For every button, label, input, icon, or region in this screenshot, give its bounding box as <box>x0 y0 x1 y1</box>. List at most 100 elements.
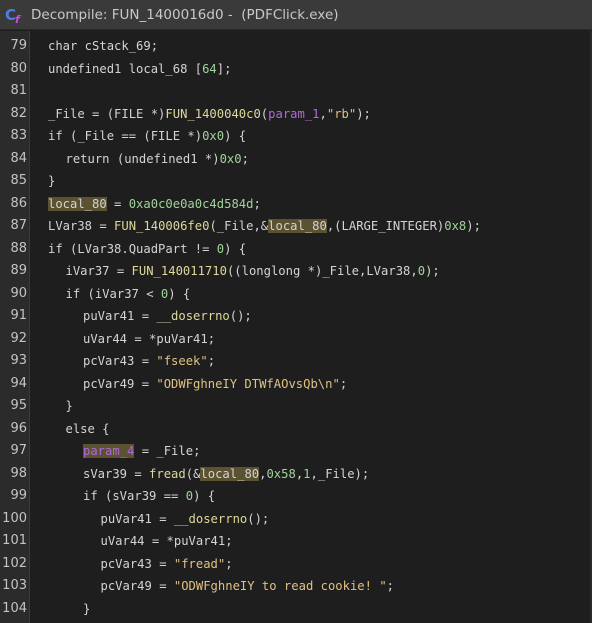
code-line[interactable]: 90 if (iVar37 < 0) { <box>0 283 592 306</box>
code-token[interactable]: ); <box>425 264 440 278</box>
code-text[interactable]: undefined1 local_68 [64]; <box>48 58 231 81</box>
code-line[interactable]: 96 else { <box>0 418 592 441</box>
code-token[interactable]: if (iVar37 < <box>66 287 161 301</box>
code-token[interactable]: pcVar43 = <box>83 354 156 368</box>
code-text[interactable]: iVar37 = FUN_140011710((longlong *)_File… <box>66 260 440 283</box>
code-token[interactable]: LVar38 = <box>48 219 114 233</box>
code-line[interactable]: 80 undefined1 local_68 [64]; <box>0 58 592 81</box>
code-token[interactable]: = _File; <box>134 444 201 458</box>
code-token[interactable]: puVar41 = <box>83 309 156 323</box>
code-text[interactable]: char cStack_69; <box>48 35 158 58</box>
code-token[interactable]: (& <box>186 467 201 481</box>
code-token[interactable]: } <box>66 399 73 413</box>
code-token[interactable]: ; <box>340 377 347 391</box>
code-token[interactable]: (); <box>247 512 269 526</box>
numeric-literal[interactable]: 0x58 <box>266 467 295 481</box>
function-name[interactable]: FUN_1400040c0 <box>165 107 260 121</box>
parameter-name[interactable]: param_1 <box>268 107 319 121</box>
code-line[interactable]: 97 param_4 = _File; <box>0 440 592 463</box>
numeric-literal[interactable]: 1 <box>303 467 310 481</box>
code-token[interactable]: char cStack_69; <box>48 39 158 53</box>
highlighted-variable[interactable]: local_80 <box>268 219 327 233</box>
code-text[interactable]: uVar44 = *puVar41; <box>101 530 233 553</box>
string-literal[interactable]: "ODWFghneIY to read cookie! " <box>174 579 387 593</box>
code-text[interactable]: _File = (FILE *)FUN_1400040c0(param_1,"r… <box>48 103 371 126</box>
code-line[interactable]: 91 puVar41 = __doserrno(); <box>0 305 592 328</box>
numeric-literal[interactable]: 0 <box>217 242 224 256</box>
code-text[interactable]: } <box>48 170 55 193</box>
code-line[interactable]: 94 pcVar49 = "ODWFghneIY DTWfAOvsQb\n"; <box>0 373 592 396</box>
code-token[interactable]: ; <box>253 197 260 211</box>
highlighted-parameter[interactable]: param_4 <box>83 444 135 458</box>
code-line[interactable]: 89 iVar37 = FUN_140011710((longlong *)_Fi… <box>0 260 592 283</box>
numeric-literal[interactable]: 0x0 <box>220 152 242 166</box>
code-text[interactable]: param_4 = _File; <box>83 440 200 463</box>
code-token[interactable]: } <box>48 174 55 188</box>
string-literal[interactable]: "rb" <box>327 107 356 121</box>
code-line[interactable]: 103 pcVar49 = "ODWFghneIY to read cookie!… <box>0 575 592 598</box>
code-token[interactable]: undefined1 local_68 [ <box>48 62 202 76</box>
code-line[interactable]: 82 _File = (FILE *)FUN_1400040c0(param_1,… <box>0 103 592 126</box>
code-line[interactable]: 104} <box>0 598 592 621</box>
code-text[interactable]: pcVar49 = "ODWFghneIY to read cookie! "; <box>101 575 395 598</box>
code-token[interactable]: ; <box>242 152 249 166</box>
code-token[interactable]: else { <box>66 422 110 436</box>
code-token[interactable]: ((longlong *)_File,LVar38, <box>227 264 418 278</box>
code-token[interactable]: iVar37 = <box>66 264 132 278</box>
code-line[interactable]: 95} <box>0 395 592 418</box>
string-literal[interactable]: "fread" <box>174 557 225 571</box>
code-token[interactable]: ) { <box>224 129 246 143</box>
code-token[interactable]: = <box>107 197 129 211</box>
code-text[interactable]: return (undefined1 *)0x0; <box>66 148 249 171</box>
code-line[interactable]: 93 pcVar43 = "fseek"; <box>0 350 592 373</box>
function-name[interactable]: FUN_140006fe0 <box>114 219 209 233</box>
code-token[interactable]: ,(LARGE_INTEGER) <box>327 219 444 233</box>
code-line[interactable]: 99 if (sVar39 == 0) { <box>0 485 592 508</box>
code-token[interactable]: pcVar43 = <box>101 557 174 571</box>
code-token[interactable]: , <box>320 107 327 121</box>
code-token[interactable]: ) { <box>193 489 215 503</box>
code-text[interactable]: pcVar43 = "fread"; <box>101 553 233 576</box>
numeric-literal[interactable]: 0xa0c0e0a0c4d584d <box>129 197 254 211</box>
code-text[interactable]: else { <box>66 418 110 441</box>
code-token[interactable]: ) { <box>224 242 246 256</box>
code-token[interactable]: ]; <box>217 62 232 76</box>
code-text[interactable]: pcVar43 = "fseek"; <box>83 350 215 373</box>
code-text[interactable]: } <box>83 598 90 621</box>
code-token[interactable]: pcVar49 = <box>101 579 174 593</box>
code-text[interactable]: sVar39 = fread(&local_80,0x58,1,_File); <box>83 463 369 486</box>
code-line[interactable]: 85} <box>0 170 592 193</box>
code-token[interactable]: ; <box>208 354 215 368</box>
string-literal[interactable]: "ODWFghneIY DTWfAOvsQb\n" <box>156 377 339 391</box>
code-text[interactable]: if (_File == (FILE *)0x0) { <box>48 125 246 148</box>
code-line[interactable]: 84 return (undefined1 *)0x0; <box>0 148 592 171</box>
code-token[interactable]: (); <box>230 309 252 323</box>
code-token[interactable]: uVar44 = *puVar41; <box>83 332 215 346</box>
function-name[interactable]: __doserrno <box>156 309 229 323</box>
code-token[interactable]: _File = (FILE *) <box>48 107 165 121</box>
code-text[interactable]: local_80 = 0xa0c0e0a0c4d584d; <box>48 193 261 216</box>
function-name[interactable]: FUN_140011710 <box>132 264 227 278</box>
code-token[interactable]: puVar41 = <box>101 512 174 526</box>
code-line[interactable]: 81 <box>0 80 592 103</box>
code-line[interactable]: 79 char cStack_69; <box>0 35 592 58</box>
code-token[interactable]: if (sVar39 == <box>83 489 186 503</box>
code-token[interactable]: ; <box>387 579 394 593</box>
code-line[interactable]: 100 puVar41 = __doserrno(); <box>0 508 592 531</box>
code-token[interactable]: } <box>83 602 90 616</box>
code-text[interactable]: puVar41 = __doserrno(); <box>83 305 252 328</box>
code-token[interactable]: sVar39 = <box>83 467 149 481</box>
numeric-literal[interactable]: 0 <box>418 264 425 278</box>
code-token[interactable]: pcVar49 = <box>83 377 156 391</box>
numeric-literal[interactable]: 0x0 <box>202 129 224 143</box>
code-text[interactable]: uVar44 = *puVar41; <box>83 328 215 351</box>
code-token[interactable]: ) { <box>168 287 190 301</box>
code-text[interactable]: puVar41 = __doserrno(); <box>101 508 270 531</box>
code-text[interactable]: } <box>66 395 73 418</box>
code-text[interactable]: LVar38 = FUN_140006fe0(_File,&local_80,(… <box>48 215 481 238</box>
code-line[interactable]: 98 sVar39 = fread(&local_80,0x58,1,_File)… <box>0 463 592 486</box>
highlighted-variable[interactable]: local_80 <box>200 466 260 481</box>
function-name[interactable]: __doserrno <box>174 512 247 526</box>
function-name[interactable]: fread <box>149 467 186 481</box>
code-editor[interactable]: 79 char cStack_69; 80 undefined1 local_68 [… <box>0 31 592 623</box>
